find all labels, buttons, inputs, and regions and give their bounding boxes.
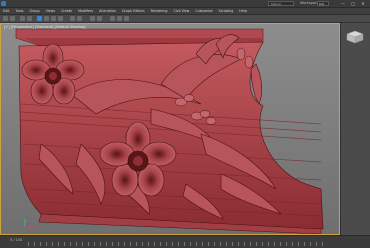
redo-icon[interactable] xyxy=(10,16,15,21)
render-setup-icon[interactable] xyxy=(117,16,122,21)
snap-icon[interactable] xyxy=(70,16,75,21)
undo-icon[interactable] xyxy=(3,16,8,21)
menu-animation[interactable]: Animation xyxy=(96,9,119,13)
mirror-icon[interactable] xyxy=(90,16,95,21)
menu-group[interactable]: Group xyxy=(27,9,43,13)
scale-icon[interactable] xyxy=(58,16,63,21)
menu-graph-editors[interactable]: Graph Editors xyxy=(119,9,148,13)
close-button[interactable]: ✕ xyxy=(360,1,366,6)
render-icon[interactable] xyxy=(124,16,129,21)
align-icon[interactable] xyxy=(97,16,102,21)
menu-bar: Edit Tools Group Views Create Modifiers … xyxy=(0,8,370,15)
menu-edit[interactable]: Edit xyxy=(0,9,12,13)
viewcube-icon[interactable] xyxy=(344,30,366,44)
workspace-dropdown[interactable]: Def xyxy=(317,1,329,6)
unlink-icon[interactable] xyxy=(27,16,32,21)
title-bar: Sign in Workspace: Def — □ ✕ xyxy=(0,0,370,8)
app-logo-icon[interactable] xyxy=(1,1,6,6)
menu-scripting[interactable]: Scripting xyxy=(216,9,237,13)
menu-create[interactable]: Create xyxy=(58,9,75,13)
menu-civil-view[interactable]: Civil View xyxy=(170,9,192,13)
timeline-track[interactable] xyxy=(28,242,328,246)
viewport-label[interactable]: [+] [Perspective] [Standard] [Default Sh… xyxy=(4,25,86,29)
axis-tripod-icon xyxy=(24,219,33,228)
command-panel[interactable] xyxy=(340,23,370,235)
menu-modifiers[interactable]: Modifiers xyxy=(75,9,96,13)
main-toolbar xyxy=(0,15,370,23)
menu-help[interactable]: Help xyxy=(236,9,250,13)
angle-snap-icon[interactable] xyxy=(77,16,82,21)
ornament-model xyxy=(15,28,324,234)
perspective-viewport[interactable]: [+] [Perspective] [Standard] [Default Sh… xyxy=(0,23,340,235)
menu-tools[interactable]: Tools xyxy=(12,9,26,13)
menu-rendering[interactable]: Rendering xyxy=(148,9,171,13)
maximize-button[interactable]: □ xyxy=(350,1,356,6)
material-editor-icon[interactable] xyxy=(110,16,115,21)
link-icon[interactable] xyxy=(20,16,25,21)
select-icon[interactable] xyxy=(37,16,42,21)
frame-counter[interactable]: 0 / 100 xyxy=(10,238,22,242)
menu-views[interactable]: Views xyxy=(43,9,59,13)
move-icon[interactable] xyxy=(44,16,49,21)
status-bar: 0 / 100 xyxy=(0,235,370,248)
rotate-icon[interactable] xyxy=(51,16,56,21)
minimize-button[interactable]: — xyxy=(340,1,346,6)
search-input[interactable]: Sign in xyxy=(268,1,294,6)
menu-customize[interactable]: Customize xyxy=(192,9,215,13)
